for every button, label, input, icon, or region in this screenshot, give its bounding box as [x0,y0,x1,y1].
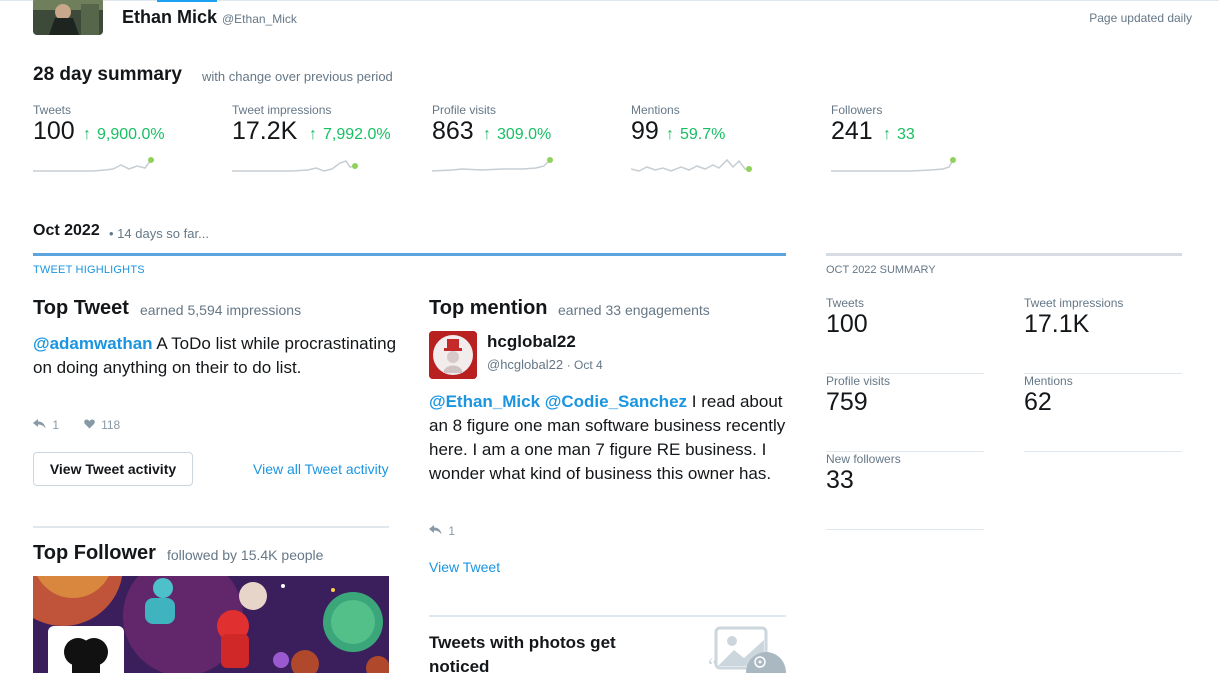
up-arrow-icon: ↑ [666,126,674,143]
summary-label: Tweets [826,296,865,310]
mention-date: · Oct 4 [566,358,603,372]
mention-link[interactable]: @Ethan_Mick [429,392,540,411]
tweet-highlights-label: TWEET HIGHLIGHTS [33,264,145,276]
summary-rule [826,253,1182,256]
sparkline [432,157,553,172]
up-arrow-icon: ↑ [483,126,491,143]
metric-value: 99 [631,117,659,145]
metric-value: 100 [33,117,75,145]
top-mention-stats: 1 [429,524,455,538]
active-tab-indicator [157,0,217,2]
like-count: 118 [101,418,121,432]
metric-label: Followers [831,103,883,117]
up-arrow-icon: ↑ [83,126,91,143]
metric-label: Tweet impressions [232,103,332,117]
summary-value: 100 [826,310,868,338]
top-follower-subtitle: followed by 15.4K people [167,547,324,563]
top-tweet-title: Top Tweet [33,297,129,319]
user-name[interactable]: Ethan Mick [122,7,217,28]
view-all-tweet-activity-link[interactable]: View all Tweet activity [253,461,389,477]
svg-text:“: “ [708,653,718,673]
mention-link[interactable]: @Codie_Sanchez [545,392,687,411]
metric-profile-visits[interactable]: Profile visits 863 ↑ 309.0% [432,103,622,183]
metric-change: ↑ 59.7% [666,126,726,143]
summary-label: Mentions [1024,374,1073,388]
photos-tip-title: Tweets with photos get noticed [429,633,616,673]
metric-followers[interactable]: Followers 241 ↑ 33 [831,103,1021,183]
summary-value: 62 [1024,388,1052,416]
mention-author-handle: @hcglobal22 · Oct 4 [487,357,603,372]
summary-label: Profile visits [826,374,891,388]
reply-count: 1 [52,418,60,432]
top-follower-title: Top Follower [33,542,156,564]
user-handle: @Ethan_Mick [222,12,297,26]
reply-icon [33,418,49,432]
sparkline [831,157,956,172]
up-arrow-icon: ↑ [883,126,891,143]
summary-label: Tweet impressions [1024,296,1124,310]
metric-tweet-impressions[interactable]: Tweet impressions 17.2K ↑ 7,992.0% [232,103,422,183]
metric-change: ↑ 9,900.0% [83,126,165,143]
metric-label: Mentions [631,103,680,117]
highlights-rule [33,253,786,256]
month-title: Oct 2022 [33,222,100,239]
mention-avatar[interactable] [429,331,477,379]
summary-value: 33 [826,466,854,494]
month-subtitle: • 14 days so far... [109,226,209,241]
summary-subtitle: with change over previous period [202,69,393,84]
reply-count: 1 [448,524,456,538]
top-tweet-stats: 1 118 [33,418,120,432]
sparkline [33,157,154,172]
oct-summary-profile-visits: Profile visits 759 [826,374,984,452]
metric-change: ↑ 33 [883,126,915,143]
follower-avatar[interactable] [48,626,124,673]
oct-summary-label: OCT 2022 SUMMARY [826,264,936,276]
oct-summary-impressions: Tweet impressions 17.1K [1024,296,1182,374]
top-tweet-subtitle: earned 5,594 impressions [140,302,302,318]
metric-value: 863 [432,117,474,145]
metric-value: 17.2K [232,117,298,145]
divider [429,615,786,617]
top-mention-subtitle: earned 33 engagements [558,302,710,318]
page-updated-note: Page updated daily [1089,11,1192,25]
summary-title: 28 day summary [33,64,182,85]
oct-summary-mentions: Mentions 62 [1024,374,1182,452]
metric-label: Tweets [33,103,72,117]
top-mention-text: @Ethan_Mick @Codie_Sanchez I read about … [429,392,786,483]
divider [33,526,389,528]
metric-change: ↑ 309.0% [483,126,552,143]
summary-value: 759 [826,388,868,416]
up-arrow-icon: ↑ [309,126,317,143]
summary-value: 17.1K [1024,310,1090,338]
metric-mentions[interactable]: Mentions 99 ↑ 59.7% [631,103,821,183]
reply-icon [429,524,445,538]
sparkline [631,158,752,172]
metric-change: ↑ 7,992.0% [309,126,391,143]
metric-tweets[interactable]: Tweets 100 ↑ 9,900.0% [33,103,223,183]
metric-value: 241 [831,117,873,145]
top-tweet-text: @adamwathan A ToDo list while procrastin… [33,334,397,377]
heart-icon [83,418,98,432]
photo-icon: “ [706,626,786,673]
sparkline [232,160,358,172]
oct-summary-new-followers: New followers 33 [826,452,984,530]
view-tweet-activity-button[interactable]: View Tweet activity [33,452,193,486]
avatar[interactable] [33,0,103,35]
view-tweet-link[interactable]: View Tweet [429,559,500,575]
top-mention-title: Top mention [429,297,548,319]
mention-link[interactable]: @adamwathan [33,334,153,353]
metric-label: Profile visits [432,103,497,117]
summary-label: New followers [826,452,901,466]
mention-author-name[interactable]: hcglobal22 [487,332,576,352]
oct-summary-tweets: Tweets 100 [826,296,984,374]
